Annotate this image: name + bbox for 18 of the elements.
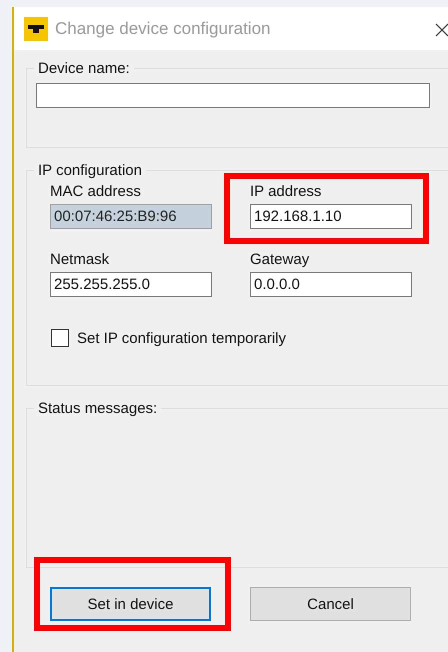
text-field[interactable]: 192.168.1.10 <box>250 204 412 229</box>
field-label: IP address <box>250 183 322 200</box>
group-title: Status messages: <box>37 400 158 417</box>
window-title: Change device configuration <box>55 18 270 38</box>
close-icon[interactable] <box>434 22 448 38</box>
checkbox[interactable] <box>51 329 69 347</box>
text-field[interactable]: 255.255.255.0 <box>50 272 212 297</box>
checkbox-label: Set IP configuration temporarily <box>77 330 286 346</box>
group-title: IP configuration <box>37 162 143 179</box>
field-label: MAC address <box>50 183 142 200</box>
text-field[interactable]: 0.0.0.0 <box>250 272 412 297</box>
app-icon <box>24 16 48 40</box>
group-title: Device name: <box>37 60 131 77</box>
dialog-button[interactable]: Cancel <box>250 587 411 621</box>
dialog-button[interactable]: Set in device <box>50 587 211 621</box>
field-label: Netmask <box>50 251 110 268</box>
field-label: Gateway <box>250 251 310 268</box>
device-name-field[interactable] <box>36 83 430 108</box>
